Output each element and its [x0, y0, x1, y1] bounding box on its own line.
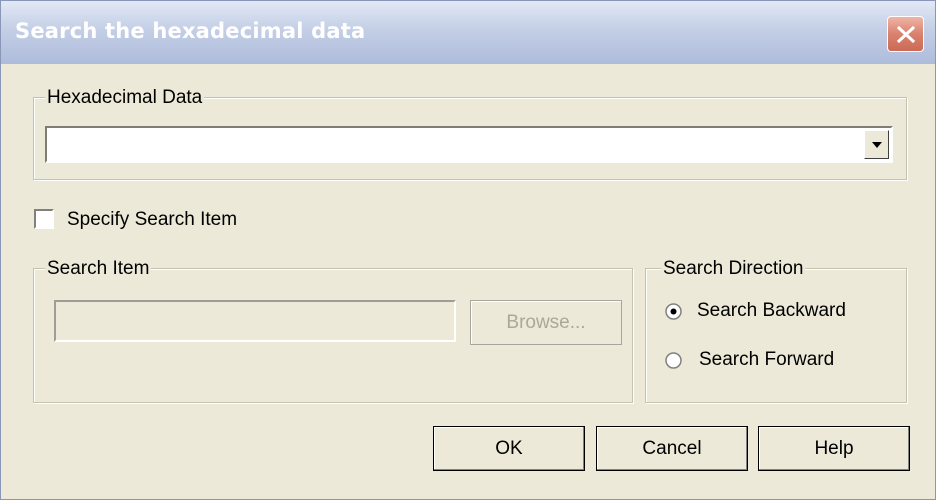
hex-data-combobox[interactable] [45, 126, 893, 163]
close-icon [896, 25, 916, 44]
dialog-window: Search the hexadecimal data Hexadecimal … [0, 0, 936, 500]
search-item-legend: Search Item [45, 258, 152, 280]
dropdown-button[interactable] [864, 130, 889, 159]
cancel-button[interactable]: Cancel [596, 426, 748, 471]
ok-button[interactable]: OK [433, 426, 585, 471]
specify-search-item-label[interactable]: Specify Search Item [67, 209, 237, 231]
search-direction-legend: Search Direction [661, 258, 806, 280]
close-button[interactable] [887, 16, 924, 52]
browse-button[interactable]: Browse... [470, 300, 622, 345]
title-bar[interactable]: Search the hexadecimal data [1, 1, 935, 64]
chevron-down-icon [872, 142, 882, 148]
search-backward-label[interactable]: Search Backward [697, 300, 846, 322]
search-direction-group [645, 268, 907, 403]
hex-data-legend: Hexadecimal Data [45, 87, 205, 109]
search-backward-radio[interactable] [665, 303, 682, 320]
search-forward-radio[interactable] [665, 352, 682, 369]
specify-search-item-checkbox[interactable] [34, 209, 54, 229]
window-title: Search the hexadecimal data [15, 19, 366, 43]
search-forward-label[interactable]: Search Forward [699, 349, 834, 371]
search-item-input[interactable] [54, 300, 456, 342]
help-button[interactable]: Help [758, 426, 910, 471]
